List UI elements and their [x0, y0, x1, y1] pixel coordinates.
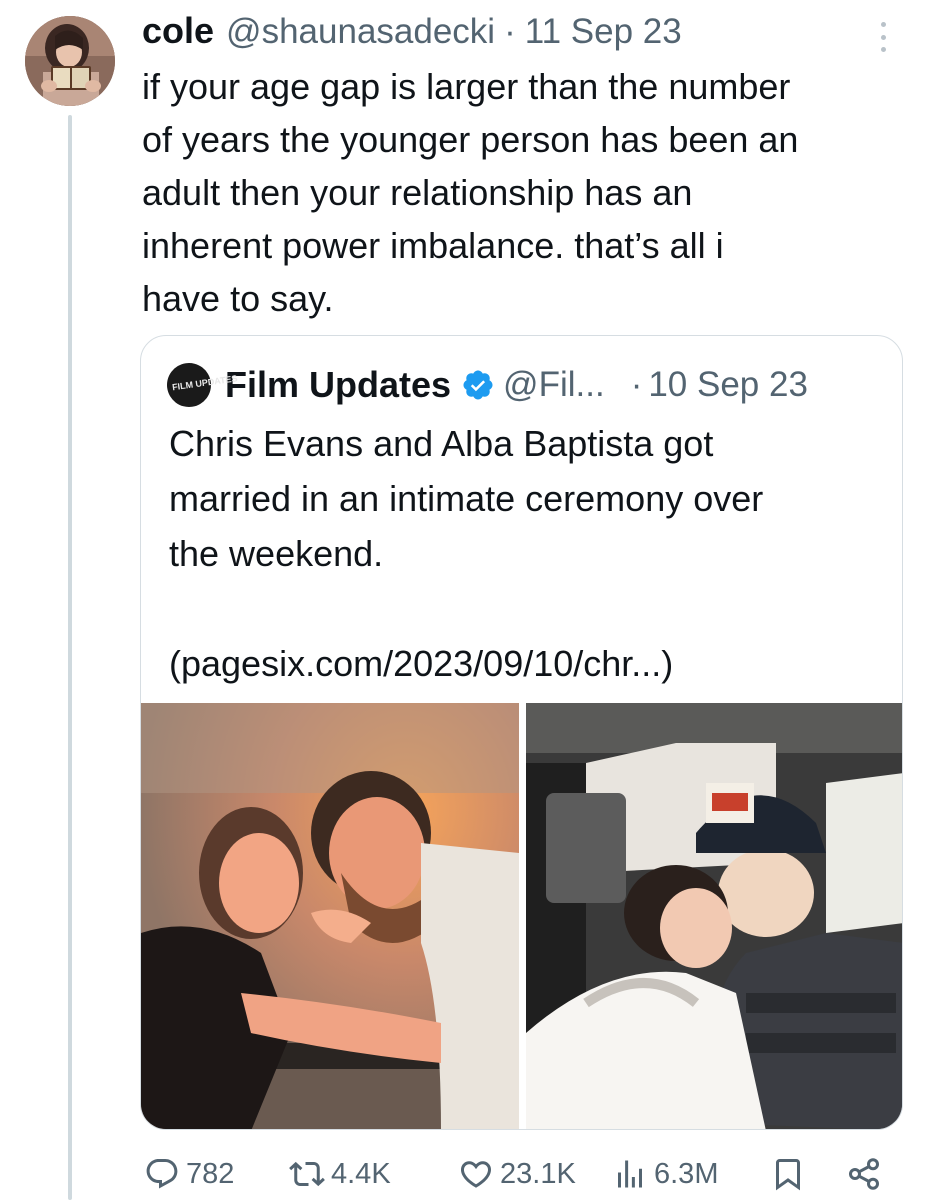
reply-button[interactable]: 782	[144, 1150, 234, 1198]
quoted-handle[interactable]: @Fil...	[503, 365, 605, 405]
views-button[interactable]: 6.3M	[612, 1150, 718, 1198]
repost-icon	[289, 1161, 325, 1187]
more-vertical-icon[interactable]	[868, 20, 898, 54]
tweet-date[interactable]: 11 Sep 23	[525, 12, 682, 52]
reply-count: 782	[186, 1157, 235, 1190]
author-display-name[interactable]: cole	[142, 10, 214, 52]
profile-photo-reading-book	[25, 16, 115, 106]
bookmark-button[interactable]	[770, 1150, 806, 1198]
author-avatar[interactable]	[25, 16, 115, 106]
bookmark-icon	[776, 1159, 800, 1191]
reply-icon	[146, 1159, 178, 1189]
views-count: 6.3M	[654, 1157, 719, 1190]
author-handle[interactable]: @shaunasadecki	[226, 12, 495, 52]
couple-selfie-photo[interactable]	[141, 703, 519, 1129]
quoted-media-grid	[141, 703, 902, 1129]
like-count: 23.1K	[500, 1157, 576, 1190]
quoted-display-name[interactable]: Film Updates	[225, 364, 451, 406]
repost-button[interactable]: 4.4K	[289, 1150, 391, 1198]
share-icon	[849, 1158, 879, 1190]
quoted-tweet[interactable]: FILM UPDATES Film Updates @Fil... · 10 S…	[140, 335, 903, 1130]
like-button[interactable]: 23.1K	[458, 1150, 576, 1198]
film-updates-logo-text: FILM UPDATES	[171, 372, 238, 392]
header-separator: ·	[504, 12, 516, 51]
film-updates-logo[interactable]: FILM UPDATES	[164, 360, 238, 410]
tweet-text: if your age gap is larger than the numbe…	[142, 66, 799, 319]
quoted-date[interactable]: 10 Sep 23	[648, 365, 808, 405]
quoted-separator: ·	[630, 365, 643, 404]
share-button[interactable]	[846, 1150, 882, 1198]
tweet-header: cole @shaunasadecki · 11 Sep 23	[142, 10, 682, 54]
quoted-tweet-text: Chris Evans and Alba Baptista got marrie…	[169, 423, 764, 684]
repost-count: 4.4K	[331, 1157, 391, 1190]
quoted-tweet-header: FILM UPDATES Film Updates @Fil... · 10 S…	[164, 360, 808, 410]
couple-kissing-in-car-photo[interactable]	[526, 703, 902, 1129]
heart-icon	[460, 1161, 492, 1188]
thread-line	[68, 115, 72, 1200]
tweet-action-bar: 782 4.4K 23.1K 6.3M	[142, 1150, 902, 1198]
verified-badge-icon	[463, 370, 493, 400]
views-chart-icon	[618, 1160, 642, 1188]
